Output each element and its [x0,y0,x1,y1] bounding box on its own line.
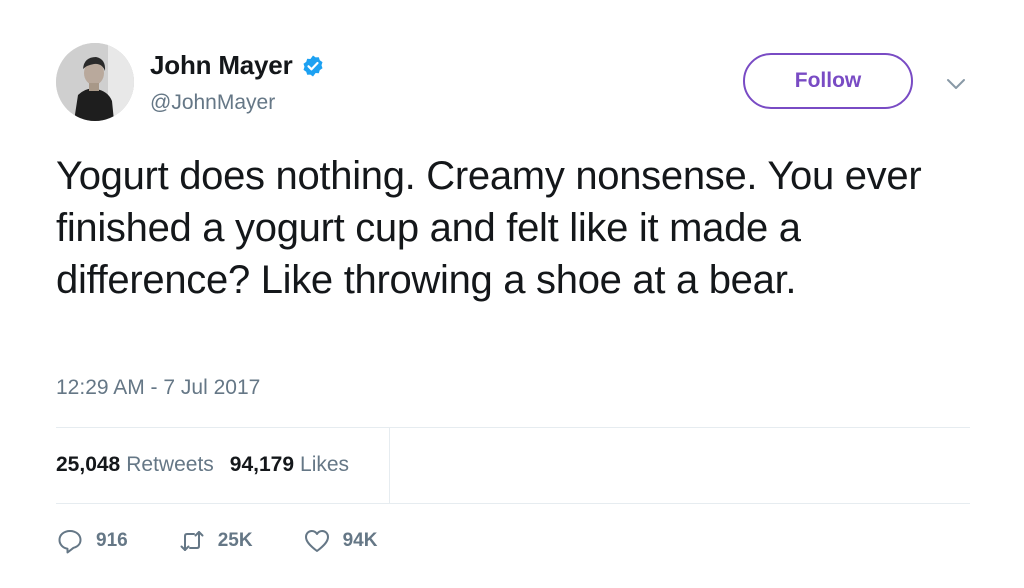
user-handle[interactable]: @JohnMayer [150,91,275,115]
stats-divider [389,428,390,503]
tweet-stats: 25,048 Retweets 94,179 Likes [56,453,349,477]
heart-icon [304,530,329,552]
verified-badge-icon [303,55,322,76]
avatar[interactable] [56,43,134,121]
likes-label: Likes [300,453,350,476]
like-button[interactable]: 94K [303,527,378,555]
follow-button[interactable]: Follow [743,53,913,109]
user-name[interactable]: John Mayer [150,50,293,81]
chevron-down-icon[interactable] [945,77,967,91]
retweets-label: Retweets [126,453,214,476]
reply-count: 916 [96,530,128,551]
divider [56,427,970,428]
user-name-row[interactable]: John Mayer [150,50,325,81]
tweet-timestamp[interactable]: 12:29 AM - 7 Jul 2017 [56,376,260,400]
retweets-stat[interactable]: 25,048 Retweets [56,453,214,477]
retweet-count: 25K [217,530,253,551]
reply-button[interactable]: 916 [56,527,128,555]
reply-icon [58,530,82,554]
likes-stat[interactable]: 94,179 Likes [230,453,349,477]
like-count: 94K [342,530,378,551]
retweets-count: 25,048 [56,453,121,476]
avatar-photo [56,43,134,121]
tweet-actions: 916 25K 94K [56,527,377,555]
likes-count: 94,179 [229,453,295,476]
retweet-button[interactable]: 25K [178,527,253,555]
tweet-text: Yogurt does nothing. Creamy nonsense. Yo… [56,154,922,302]
retweet-icon [180,531,204,551]
divider [56,503,970,504]
